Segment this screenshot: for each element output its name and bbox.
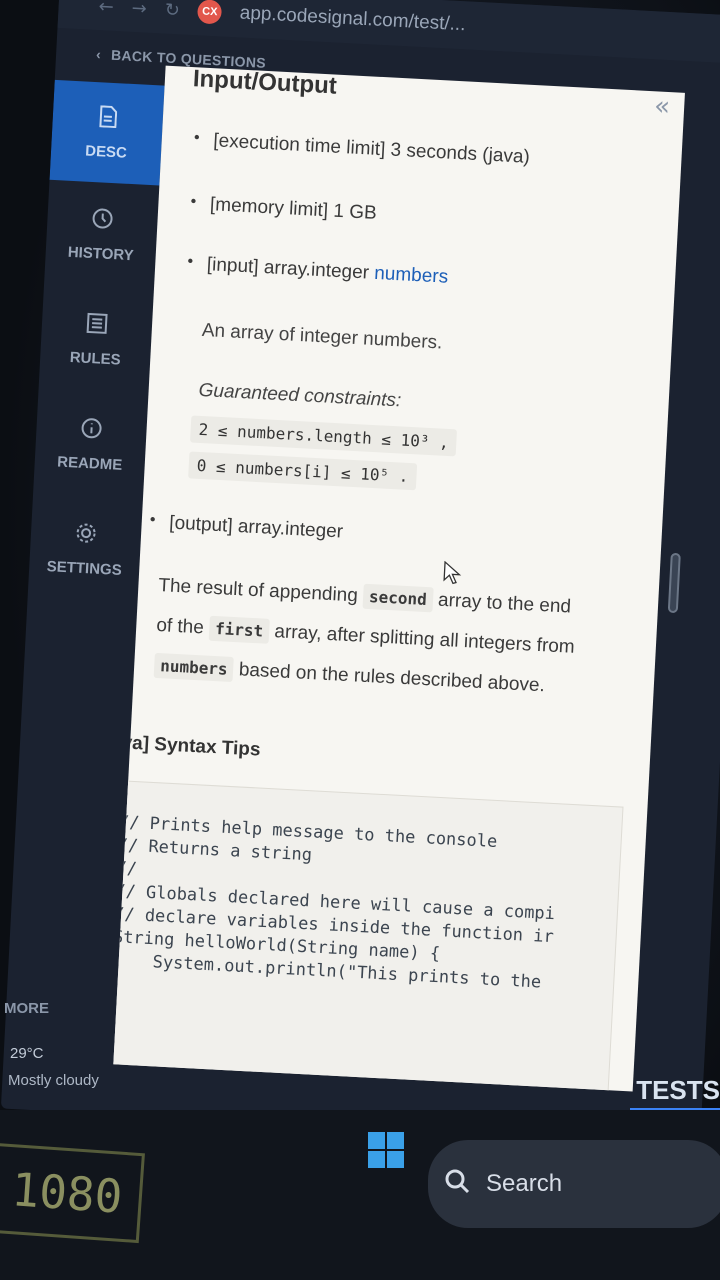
windows-start-icon[interactable] (368, 1132, 404, 1168)
output-tag: [output] (168, 512, 234, 537)
reload-icon[interactable]: ↻ (164, 0, 180, 21)
monitor-bezel-label: 1080 (0, 1142, 145, 1244)
constraints-label: Guaranteed constraints: (198, 379, 402, 412)
sidebar-item-label: RULES (69, 349, 122, 369)
memory-limit-item: • [memory limit] 1 GB (190, 193, 378, 224)
code-sample: // Prints help message to the console //… (113, 778, 624, 1092)
back-arrow-icon[interactable]: ← (98, 0, 114, 17)
output-description: The result of appending second array to … (153, 566, 589, 708)
input-description: An array of integer numbers. (201, 319, 443, 354)
sidebar-item-readme[interactable]: README (33, 389, 148, 500)
output-type: array.integer (237, 516, 344, 543)
sidebar-item-desc[interactable]: DESC (49, 79, 165, 186)
input-tag: [input] (206, 254, 260, 278)
panel-resize-handle[interactable] (667, 552, 681, 614)
memory-limit-value: 1 GB (332, 200, 378, 224)
section-title: Input/Output (192, 65, 338, 100)
search-label: Search (486, 1170, 563, 1197)
input-type: array.integer (263, 257, 370, 284)
collapse-panel-icon[interactable]: « (653, 91, 670, 122)
sidebar-item-label: DESC (84, 142, 128, 162)
clock-icon (91, 207, 114, 230)
sidebar-item-settings[interactable]: SETTINGS (28, 494, 143, 605)
sidebar-item-label: README (56, 453, 123, 474)
inline-code-first: first (208, 615, 270, 644)
sidebar-item-history[interactable]: HISTORY (44, 180, 159, 291)
list-icon (86, 312, 109, 335)
sidebar-item-label: HISTORY (67, 243, 135, 265)
info-icon (80, 417, 103, 440)
chevron-left-icon: ‹ (95, 46, 102, 63)
inline-code-numbers: numbers (153, 652, 235, 683)
site-favicon: CX (197, 0, 223, 25)
constraint-value: 0 ≤ numbers[i] ≤ 10⁵ . (188, 451, 418, 491)
syntax-tips-title: [Java] Syntax Tips (113, 730, 262, 761)
widgets-more[interactable]: MORE (4, 1000, 49, 1017)
memory-limit-tag: [memory limit] (209, 194, 329, 222)
url-bar[interactable]: app.codesignal.com/test/... (239, 2, 466, 36)
inline-code-second: second (362, 583, 434, 613)
taskbar-search[interactable]: Search (428, 1140, 720, 1228)
input-item: • [input] array.integer numbers (186, 253, 449, 288)
mouse-cursor-icon (443, 560, 462, 591)
search-icon (444, 1168, 470, 1201)
sidebar-item-rules[interactable]: RULES (39, 285, 154, 396)
output-desc-text: The result of appending (157, 574, 359, 607)
time-limit-value: 3 seconds (java) (390, 139, 531, 168)
input-name: numbers (373, 262, 449, 288)
document-icon (96, 104, 119, 128)
sidebar-item-label: SETTINGS (46, 558, 123, 580)
app-screen: ← → ↻ CX app.codesignal.com/test/... ‹ B… (0, 0, 720, 1146)
tests-tab[interactable]: TESTS (636, 1075, 720, 1106)
output-item: • [output] array.integer (149, 511, 344, 543)
weather-description[interactable]: Mostly cloudy (8, 1072, 99, 1089)
description-panel: Input/Output • [execution time limit] 3 … (113, 65, 685, 1092)
time-limit-item: • [execution time limit] 3 seconds (java… (193, 129, 531, 168)
constraint-length: 2 ≤ numbers.length ≤ 10³ , (189, 415, 458, 457)
output-desc-text: based on the rules described above. (238, 659, 546, 697)
gear-icon (75, 522, 98, 545)
output-desc-text: array, after splitting all integers from (273, 621, 576, 658)
time-limit-tag: [execution time limit] (212, 130, 386, 161)
forward-arrow-icon[interactable]: → (131, 0, 147, 19)
weather-temperature[interactable]: 29°C (10, 1045, 44, 1062)
